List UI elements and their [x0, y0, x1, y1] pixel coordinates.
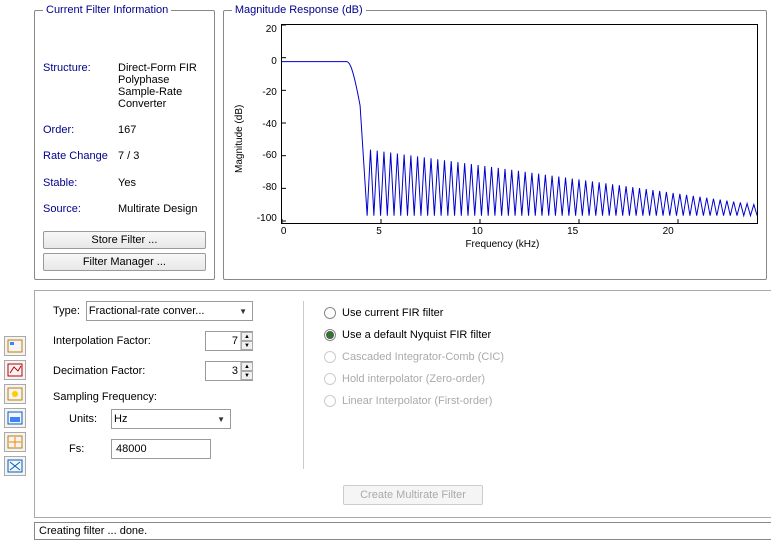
tool-palette — [4, 336, 26, 476]
interpolation-label: Interpolation Factor: — [53, 335, 151, 347]
chart-yticks: 20 0 -20 -40 -60 -80 -100 — [247, 24, 281, 224]
radio-icon — [324, 395, 336, 407]
tool-icon[interactable] — [4, 456, 26, 476]
ratechange-value: 7 / 3 — [118, 150, 206, 174]
radio-icon — [324, 307, 336, 319]
tool-icon[interactable] — [4, 408, 26, 428]
filter-info-title: Current Filter Information — [43, 4, 171, 16]
tool-icon[interactable] — [4, 432, 26, 452]
chart-xticks: 0 5 10 15 20 — [247, 226, 758, 237]
structure-label: Structure: — [43, 62, 118, 122]
decimation-input[interactable]: ▲▼ — [205, 361, 253, 381]
filter-design-panel: Type: Fractional-rate conver... ▼ Interp… — [34, 290, 771, 518]
create-multirate-filter-button: Create Multirate Filter — [343, 485, 483, 505]
tool-icon[interactable] — [4, 336, 26, 356]
spin-down-icon[interactable]: ▼ — [241, 341, 253, 350]
spin-down-icon[interactable]: ▼ — [241, 371, 253, 380]
spin-up-icon[interactable]: ▲ — [241, 332, 253, 341]
use-current-fir-radio[interactable]: Use current FIR filter — [324, 307, 771, 319]
radio-icon — [324, 351, 336, 363]
order-label: Order: — [43, 124, 118, 148]
hold-interpolator-radio: Hold interpolator (Zero-order) — [324, 373, 771, 385]
decimation-label: Decimation Factor: — [53, 365, 145, 377]
status-bar: Creating filter ... done. — [34, 522, 771, 540]
type-label: Type: — [53, 305, 80, 317]
sampling-frequency-label: Sampling Frequency: — [53, 391, 253, 403]
structure-value: Direct-Form FIR Polyphase Sample-Rate Co… — [118, 62, 206, 122]
magnitude-response-panel: Magnitude Response (dB) Magnitude (dB) 2… — [223, 4, 767, 280]
current-filter-info-panel: Current Filter Information Structure: Di… — [34, 4, 215, 280]
store-filter-button[interactable]: Store Filter ... — [43, 231, 206, 249]
type-dropdown[interactable]: Fractional-rate conver... ▼ — [86, 301, 253, 321]
radio-icon — [324, 373, 336, 385]
units-label: Units: — [69, 413, 105, 425]
ratechange-label: Rate Change — [43, 150, 118, 174]
stable-label: Stable: — [43, 177, 118, 201]
spin-up-icon[interactable]: ▲ — [241, 362, 253, 371]
stable-value: Yes — [118, 177, 206, 201]
order-value: 167 — [118, 124, 206, 148]
chart-ylabel: Magnitude (dB) — [232, 24, 247, 254]
source-label: Source: — [43, 203, 118, 227]
chevron-down-icon: ▼ — [214, 415, 228, 424]
radio-icon — [324, 329, 336, 341]
chart-xlabel: Frequency (kHz) — [247, 239, 758, 250]
magresponse-title: Magnitude Response (dB) — [232, 4, 366, 16]
use-default-nyquist-radio[interactable]: Use a default Nyquist FIR filter — [324, 329, 771, 341]
chevron-down-icon: ▼ — [236, 307, 250, 316]
tool-icon[interactable] — [4, 360, 26, 380]
source-value: Multirate Design — [118, 203, 206, 227]
fs-input[interactable] — [111, 439, 211, 459]
units-dropdown[interactable]: Hz ▼ — [111, 409, 231, 429]
magnitude-response-chart — [281, 24, 758, 224]
filter-manager-button[interactable]: Filter Manager ... — [43, 253, 206, 271]
cic-radio: Cascaded Integrator-Comb (CIC) — [324, 351, 771, 363]
fs-label: Fs: — [69, 443, 105, 455]
interpolation-input[interactable]: ▲▼ — [205, 331, 253, 351]
linear-interpolator-radio: Linear Interpolator (First-order) — [324, 395, 771, 407]
tool-icon[interactable] — [4, 384, 26, 404]
